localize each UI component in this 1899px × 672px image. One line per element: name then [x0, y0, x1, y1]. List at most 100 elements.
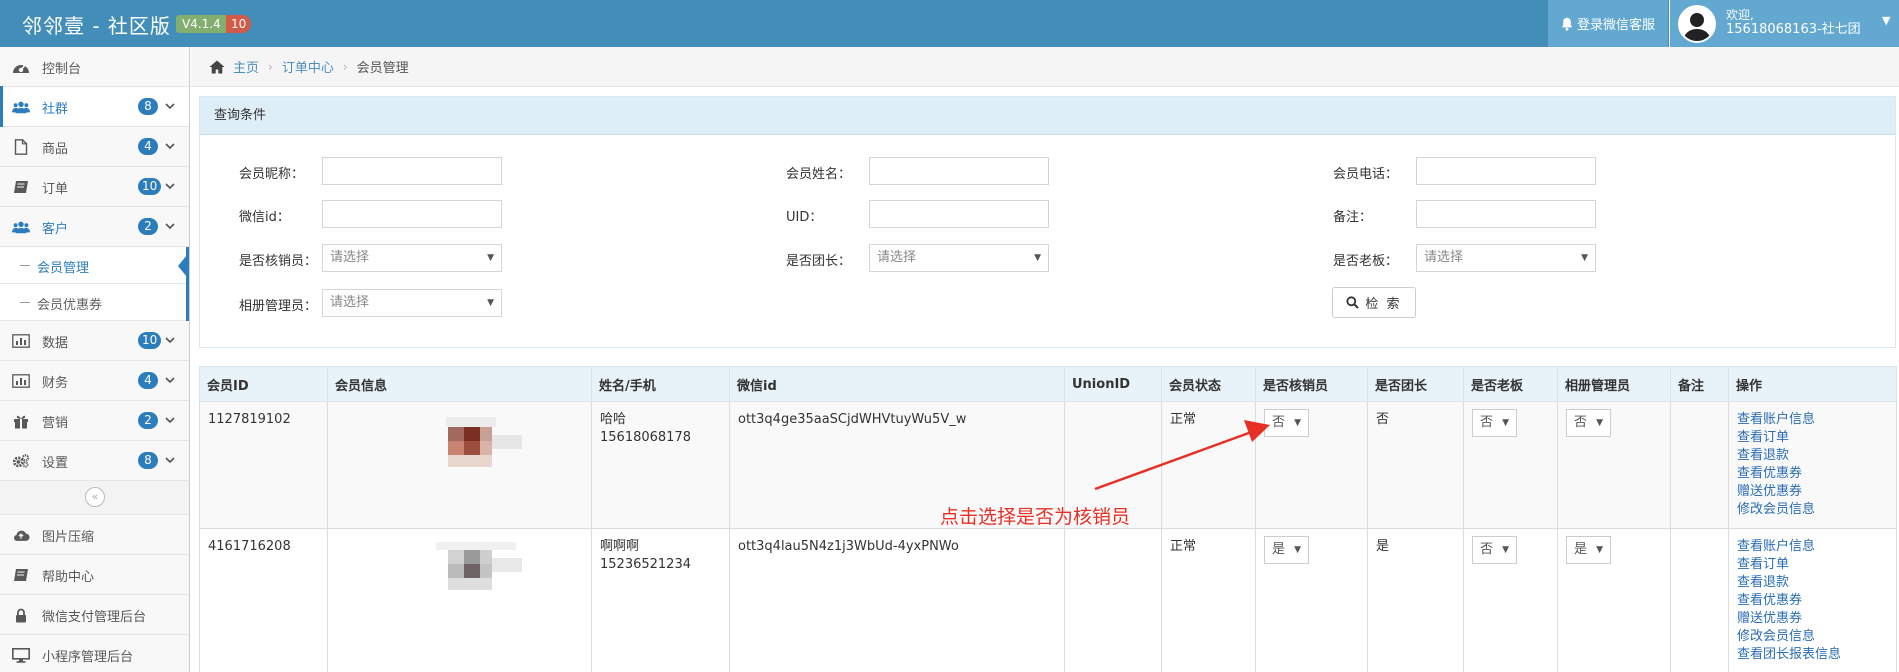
caret-down-icon: ▼ — [487, 298, 494, 308]
wechat-id-cell: ott3q4lau5N4z1j3WbUd-4yxPNWo — [729, 528, 1065, 672]
user-menu[interactable]: 欢迎, 15618068163-社七团 ▼ — [1669, 0, 1899, 47]
sidebar-item-label: 商品 — [42, 142, 69, 157]
view-orders-link[interactable]: 查看订单 — [1737, 429, 1888, 447]
sidebar-item-console[interactable]: 控制台 — [0, 47, 189, 87]
caret-down-icon: ▼ — [487, 253, 494, 263]
breadcrumb-home-link[interactable]: 主页 — [233, 57, 259, 76]
edit-member-link[interactable]: 修改会员信息 — [1737, 628, 1888, 646]
sidebar-item-label: 财务 — [42, 376, 69, 391]
sidebar-item-label: 控制台 — [42, 62, 82, 77]
album-admin-label: 相册管理员： — [239, 299, 318, 314]
caret-down-icon: ▼ — [1882, 14, 1891, 27]
uid-input[interactable] — [869, 200, 1049, 228]
sidebar-item-image-compress[interactable]: 图片压缩 — [0, 515, 189, 555]
sidebar-item-label: 帮助中心 — [42, 570, 95, 585]
sidebar-item-settings[interactable]: 设置 8 — [0, 441, 189, 481]
remark-input[interactable] — [1416, 200, 1596, 228]
customers-submenu: 会员管理 会员优惠券 — [0, 247, 189, 321]
wechat-service-label: 登录微信客服 — [1576, 18, 1655, 33]
album-admin-select[interactable]: 是 ▼ — [1566, 536, 1611, 564]
is-boss-select[interactable]: 请选择 ▼ — [1416, 244, 1596, 272]
is-verifier-label: 是否核销员： — [239, 254, 318, 269]
gift-coupon-link[interactable]: 赠送优惠券 — [1737, 610, 1888, 628]
caret-down-icon: ▼ — [1502, 545, 1509, 555]
is-boss-cell: 否 ▼ — [1463, 528, 1558, 672]
breadcrumb: 主页 › 订单中心 › 会员管理 — [191, 47, 1899, 87]
wechat-id-input[interactable] — [322, 200, 502, 228]
is-leader-select[interactable]: 请选择 ▼ — [869, 244, 1049, 272]
view-coupons-link[interactable]: 查看优惠券 — [1737, 592, 1888, 610]
breadcrumb-current: 会员管理 — [356, 61, 409, 76]
sidebar-item-marketing[interactable]: 营销 2 — [0, 401, 189, 441]
caret-down-icon: ▼ — [1596, 418, 1603, 428]
status-cell: 正常 — [1161, 401, 1256, 529]
album-admin-select[interactable]: 否 ▼ — [1566, 409, 1611, 437]
view-refunds-link[interactable]: 查看退款 — [1737, 574, 1888, 592]
sidebar-item-community[interactable]: 社群 8 — [0, 86, 189, 127]
is-boss-label: 是否老板： — [1333, 254, 1399, 269]
column-header: 是否核销员 — [1255, 366, 1368, 402]
chevron-down-icon — [164, 138, 176, 154]
chevron-down-icon — [164, 98, 176, 114]
album-admin-select[interactable]: 请选择 ▼ — [322, 289, 502, 317]
column-header: 相册管理员 — [1557, 366, 1671, 402]
breadcrumb-order-center-link[interactable]: 订单中心 — [282, 57, 334, 76]
file-icon — [12, 139, 30, 155]
select-placeholder: 请选择 — [330, 295, 370, 310]
book-icon — [12, 567, 30, 583]
edit-member-link[interactable]: 修改会员信息 — [1737, 501, 1888, 519]
bar-chart-icon — [12, 373, 30, 389]
is-boss-select[interactable]: 否 ▼ — [1472, 409, 1517, 437]
dashboard-icon — [12, 59, 30, 75]
view-orders-link[interactable]: 查看订单 — [1737, 556, 1888, 574]
sidebar-subitem-member-management[interactable]: 会员管理 — [0, 247, 187, 284]
nickname-input[interactable] — [322, 157, 502, 185]
view-account-link[interactable]: 查看账户信息 — [1737, 538, 1888, 556]
sidebar-item-label: 设置 — [42, 456, 69, 471]
query-panel: 查询条件 会员昵称： 会员姓名： 会员电话： 微信id： UID： 备注： 是否… — [199, 96, 1896, 348]
cloud-upload-icon — [12, 527, 30, 543]
app-brand[interactable]: 邻邻壹 - 社区版 — [22, 10, 171, 39]
sidebar-item-help-center[interactable]: 帮助中心 — [0, 555, 189, 595]
search-button[interactable]: 检 索 — [1332, 287, 1416, 318]
count-badge: 2 — [138, 218, 158, 235]
column-header: 会员状态 — [1161, 366, 1256, 402]
select-value: 否 — [1272, 415, 1286, 430]
wechat-service-login-button[interactable]: 登录微信客服 — [1548, 0, 1668, 47]
view-coupons-link[interactable]: 查看优惠券 — [1737, 465, 1888, 483]
phone-input[interactable] — [1416, 157, 1596, 185]
sidebar-item-orders[interactable]: 订单 10 — [0, 167, 189, 207]
lock-icon — [12, 607, 30, 623]
breadcrumb-separator: › — [342, 59, 348, 74]
sidebar-item-wechat-pay-admin[interactable]: 微信支付管理后台 — [0, 595, 189, 635]
version-badge: V4.1.4 — [176, 15, 227, 33]
sidebar-item-label: 订单 — [42, 182, 69, 197]
count-badge: 8 — [138, 98, 158, 115]
is-verifier-cell: 是 ▼ — [1255, 528, 1368, 672]
sidebar-item-finance[interactable]: 财务 4 — [0, 361, 189, 401]
member-avatar-blurred — [336, 411, 583, 486]
table-header-row: 会员ID 会员信息 姓名/手机 微信id UnionID 会员状态 是否核销员 … — [199, 366, 1897, 402]
name-input[interactable] — [869, 157, 1049, 185]
actions-cell: 查看账户信息 查看订单 查看退款 查看优惠券 赠送优惠券 修改会员信息 查看团长… — [1728, 528, 1897, 672]
is-boss-select[interactable]: 否 ▼ — [1472, 536, 1517, 564]
sidebar-item-customers[interactable]: 客户 2 — [0, 207, 189, 247]
sidebar-subitem-member-coupons[interactable]: 会员优惠券 — [0, 284, 186, 321]
view-account-link[interactable]: 查看账户信息 — [1737, 411, 1888, 429]
sidebar-item-data[interactable]: 数据 10 — [0, 321, 189, 361]
sidebar-item-products[interactable]: 商品 4 — [0, 127, 189, 167]
view-leader-report-link[interactable]: 查看团长报表信息 — [1737, 646, 1888, 664]
column-header: 是否老板 — [1463, 366, 1558, 402]
album-admin-cell: 是 ▼ — [1557, 528, 1671, 672]
gift-coupon-link[interactable]: 赠送优惠券 — [1737, 483, 1888, 501]
sidebar-item-miniprogram-admin[interactable]: 小程序管理后台 — [0, 635, 189, 672]
view-refunds-link[interactable]: 查看退款 — [1737, 447, 1888, 465]
is-verifier-select[interactable]: 否 ▼ — [1264, 409, 1309, 437]
is-verifier-select[interactable]: 请选择 ▼ — [322, 244, 502, 272]
caret-down-icon: ▼ — [1581, 253, 1588, 263]
sidebar-item-label: 社群 — [42, 102, 69, 117]
name-phone-cell: 啊啊啊 15236521234 — [591, 528, 730, 672]
is-verifier-select[interactable]: 是 ▼ — [1264, 536, 1309, 564]
chevron-down-icon — [164, 332, 176, 348]
collapse-sidebar-button[interactable]: « — [85, 487, 105, 507]
